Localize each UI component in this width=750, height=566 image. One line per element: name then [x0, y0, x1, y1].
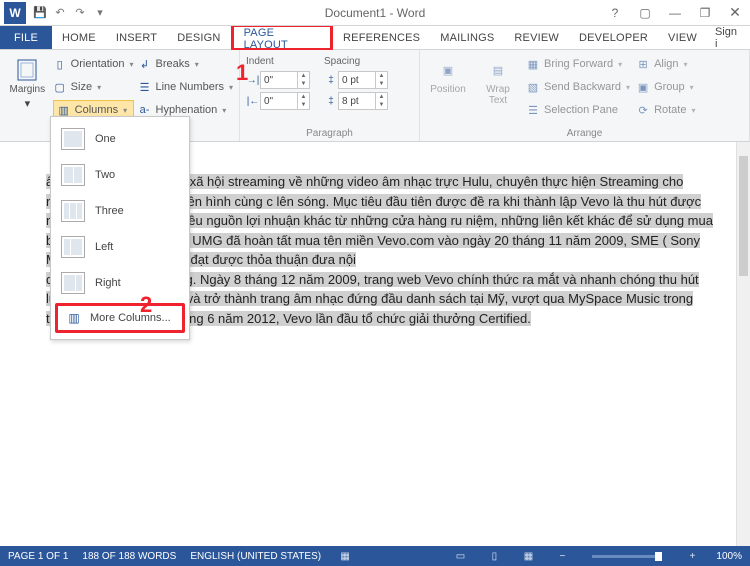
tab-insert[interactable]: INSERT	[106, 26, 167, 49]
word-app-icon: W	[4, 2, 26, 24]
columns-one[interactable]: One	[51, 121, 189, 157]
orientation-icon: ▯	[53, 57, 67, 71]
size-icon: ▢	[53, 80, 67, 94]
status-macro-icon[interactable]: ▦	[335, 551, 355, 562]
help-icon[interactable]: ?	[600, 2, 630, 24]
columns-one-icon	[61, 128, 85, 150]
tab-design[interactable]: DESIGN	[167, 26, 230, 49]
zoom-slider[interactable]	[592, 555, 662, 558]
sign-in-link[interactable]: Sign i	[707, 26, 750, 49]
tab-review[interactable]: REVIEW	[504, 26, 569, 49]
rotate-icon: ⟳	[636, 103, 650, 117]
rotate-button[interactable]: ⟳Rotate▾	[636, 100, 695, 120]
tab-home[interactable]: HOME	[52, 26, 106, 49]
columns-two-icon	[61, 164, 85, 186]
spacing-after-icon: ‡	[324, 94, 338, 108]
wrap-text-icon: ▤	[484, 58, 512, 82]
margins-button[interactable]: Margins ▾	[6, 54, 49, 120]
zoom-level[interactable]: 100%	[716, 551, 742, 562]
qat-undo-icon[interactable]: ↶	[50, 3, 70, 23]
align-icon: ⊞	[636, 57, 650, 71]
line-numbers-icon: ☰	[138, 80, 152, 94]
columns-right[interactable]: Right	[51, 265, 189, 301]
spacing-before-icon: ‡	[324, 73, 338, 87]
columns-icon: ▥	[57, 103, 71, 117]
line-numbers-button[interactable]: ☰Line Numbers▾	[138, 77, 234, 97]
hyphenation-icon: a-	[138, 103, 152, 117]
tab-mailings[interactable]: MAILINGS	[430, 26, 504, 49]
send-backward-button[interactable]: ▧Send Backward▾	[526, 77, 630, 97]
columns-three-icon	[61, 200, 85, 222]
bring-forward-icon: ▦	[526, 57, 540, 71]
view-print-icon[interactable]: ▯	[484, 551, 504, 562]
send-backward-icon: ▧	[526, 80, 540, 94]
margins-icon	[13, 58, 41, 82]
ribbon-display-icon[interactable]: ▢	[630, 2, 660, 24]
columns-left-icon	[61, 236, 85, 258]
qat-save-icon[interactable]: 💾	[30, 3, 50, 23]
position-button[interactable]: ▣ Position	[426, 54, 470, 120]
spacing-after-spinner[interactable]: ‡8 pt▲▼	[324, 92, 388, 110]
more-columns-icon: ▥	[66, 312, 82, 324]
orientation-button[interactable]: ▯Orientation▾	[53, 54, 134, 74]
vertical-scrollbar[interactable]	[736, 142, 750, 546]
selection-pane-button[interactable]: ☰Selection Pane	[526, 100, 630, 120]
indent-left-spinner[interactable]: →|0"▲▼	[246, 71, 310, 89]
breaks-button[interactable]: ↲Breaks▾	[138, 54, 234, 74]
position-icon: ▣	[434, 58, 462, 82]
indent-right-icon: |←	[246, 94, 260, 108]
arrange-group-label: Arrange	[420, 128, 749, 139]
view-web-icon[interactable]: ▦	[518, 551, 538, 562]
status-bar: PAGE 1 OF 1 188 OF 188 WORDS ENGLISH (UN…	[0, 546, 750, 566]
zoom-in-button[interactable]: +	[682, 551, 702, 562]
tab-file[interactable]: FILE	[0, 26, 52, 49]
status-language[interactable]: ENGLISH (UNITED STATES)	[190, 551, 321, 562]
align-button[interactable]: ⊞Align▾	[636, 54, 695, 74]
size-button[interactable]: ▢Size▾	[53, 77, 134, 97]
window-title: Document1 - Word	[325, 6, 425, 20]
indent-left-icon: →|	[246, 73, 260, 87]
selection-pane-icon: ☰	[526, 103, 540, 117]
spacing-before-spinner[interactable]: ‡0 pt▲▼	[324, 71, 388, 89]
columns-three[interactable]: Three	[51, 193, 189, 229]
chevron-down-icon: ▾	[25, 97, 31, 110]
tab-page-layout[interactable]: PAGE LAYOUT	[234, 27, 330, 51]
zoom-out-button[interactable]: −	[552, 551, 572, 562]
minimize-button[interactable]: —	[660, 2, 690, 24]
columns-right-icon	[61, 272, 85, 294]
indent-label: Indent	[246, 56, 310, 67]
spacing-label: Spacing	[324, 56, 388, 67]
qat-customize-icon[interactable]: ▾	[90, 3, 110, 23]
bring-forward-button[interactable]: ▦Bring Forward▾	[526, 54, 630, 74]
group-icon: ▣	[636, 80, 650, 94]
tab-references[interactable]: REFERENCES	[333, 26, 430, 49]
more-columns[interactable]: ▥More Columns...	[58, 306, 182, 330]
close-button[interactable]: ✕	[720, 2, 750, 24]
title-bar: W 💾 ↶ ↷ ▾ Document1 - Word ? ▢ — ❐ ✕	[0, 0, 750, 26]
view-read-icon[interactable]: ▭	[450, 551, 470, 562]
paragraph-group-label: Paragraph	[240, 128, 419, 139]
status-words[interactable]: 188 OF 188 WORDS	[82, 551, 176, 562]
tab-developer[interactable]: DEVELOPER	[569, 26, 658, 49]
status-page[interactable]: PAGE 1 OF 1	[8, 551, 68, 562]
breaks-icon: ↲	[138, 57, 152, 71]
columns-left[interactable]: Left	[51, 229, 189, 265]
columns-two[interactable]: Two	[51, 157, 189, 193]
ribbon-tabs: FILE HOME INSERT DESIGN PAGE LAYOUT REFE…	[0, 26, 750, 50]
indent-right-spinner[interactable]: |←0"▲▼	[246, 92, 310, 110]
group-button[interactable]: ▣Group▾	[636, 77, 695, 97]
columns-dropdown: One Two Three Left Right ▥More Columns..…	[50, 116, 190, 340]
restore-button[interactable]: ❐	[690, 2, 720, 24]
qat-redo-icon[interactable]: ↷	[70, 3, 90, 23]
wrap-text-button[interactable]: ▤ Wrap Text	[476, 54, 520, 120]
tab-view[interactable]: VIEW	[658, 26, 707, 49]
